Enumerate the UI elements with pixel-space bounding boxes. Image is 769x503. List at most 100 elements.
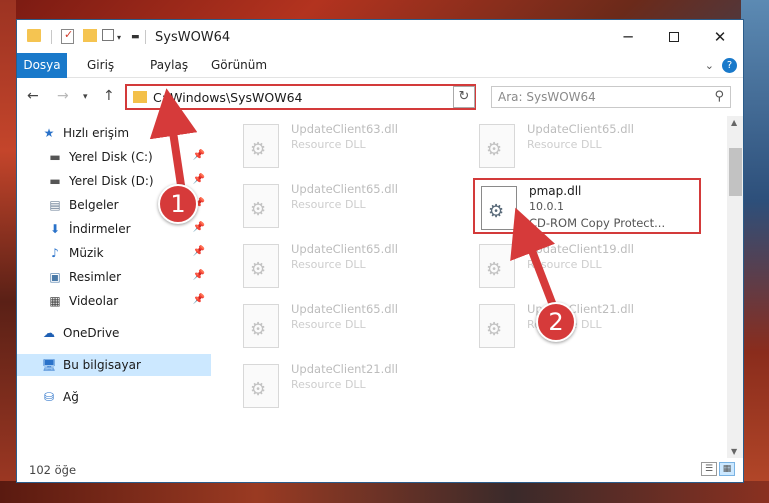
new-folder-icon[interactable] bbox=[83, 29, 97, 42]
properties-icon[interactable] bbox=[61, 28, 74, 44]
file-name: UpdateClient63.dll bbox=[291, 122, 398, 136]
sidebar-item-label: Yerel Disk (D:) bbox=[69, 174, 154, 188]
folder-icon bbox=[133, 91, 147, 103]
sidebar-item-label: Yerel Disk (C:) bbox=[69, 150, 153, 164]
recent-locations-icon[interactable]: ▾ bbox=[83, 92, 88, 102]
pin-icon[interactable]: 📌 bbox=[193, 294, 205, 305]
file-item[interactable]: UpdateClient65.dll Resource DLL bbox=[237, 178, 465, 234]
sidebar-item-quick-access[interactable]: ★ Hızlı erişim bbox=[17, 122, 211, 144]
file-item[interactable]: UpdateClient21.dll Resource DLL bbox=[473, 298, 701, 354]
file-item[interactable]: UpdateClient65.dll Resource DLL bbox=[237, 298, 465, 354]
help-icon[interactable]: ? bbox=[722, 58, 737, 73]
file-type: Resource DLL bbox=[291, 258, 366, 271]
file-item[interactable]: UpdateClient63.dll Resource DLL bbox=[237, 118, 465, 174]
address-row: ← → ▾ ↑ C:\Windows\SysWOW64 ⌄ ↻ Ara: Sys… bbox=[17, 80, 743, 114]
navigation-pane: ★ Hızlı erişim ▬ Yerel Disk (C:) 📌 ▬ Yer… bbox=[17, 116, 211, 458]
file-name: UpdateClient65.dll bbox=[291, 242, 398, 256]
maximize-button[interactable] bbox=[651, 20, 697, 53]
file-name: UpdateClient65.dll bbox=[527, 122, 634, 136]
customize-toolbar-icon[interactable]: ▬ bbox=[131, 29, 140, 45]
refresh-button[interactable]: ↻ bbox=[453, 86, 475, 108]
file-type: Resource DLL bbox=[291, 198, 366, 211]
sidebar-item-label: Bu bilgisayar bbox=[63, 358, 141, 372]
sidebar-item-music[interactable]: ♪ Müzik 📌 bbox=[17, 242, 211, 264]
sidebar-item-label: OneDrive bbox=[63, 326, 120, 340]
tiles-view-icon[interactable]: ▦ bbox=[719, 462, 735, 476]
file-item-pmap[interactable]: pmap.dll 10.0.1 CD-ROM Copy Protect... bbox=[473, 178, 701, 234]
pin-icon[interactable]: 📌 bbox=[193, 222, 205, 233]
expand-ribbon-icon[interactable]: ⌄ bbox=[705, 59, 714, 72]
minimize-button[interactable]: ─ bbox=[605, 20, 651, 53]
sidebar-item-label: Videolar bbox=[69, 294, 119, 308]
dll-file-icon bbox=[479, 244, 515, 288]
pin-icon[interactable]: 📌 bbox=[193, 174, 205, 185]
scroll-thumb[interactable] bbox=[729, 148, 742, 196]
list-dropdown-icon[interactable]: ▾ bbox=[117, 29, 121, 45]
download-icon: ⬇ bbox=[49, 222, 61, 236]
drive-icon: ▬ bbox=[49, 174, 61, 188]
sidebar-item-label: Hızlı erişim bbox=[63, 126, 130, 140]
pin-icon[interactable]: 📌 bbox=[193, 270, 205, 281]
file-type: Resource DLL bbox=[291, 138, 366, 151]
videos-icon: ▦ bbox=[49, 294, 61, 308]
pictures-icon: ▣ bbox=[49, 270, 61, 284]
back-arrow-icon[interactable]: ← bbox=[27, 88, 39, 104]
tab-share[interactable]: Paylaş bbox=[150, 53, 188, 78]
window-title: SysWOW64 bbox=[155, 30, 231, 45]
pin-icon[interactable]: 📌 bbox=[193, 246, 205, 257]
file-item[interactable]: UpdateClient65.dll Resource DLL bbox=[473, 118, 701, 174]
explorer-window: ▾ ▬ SysWOW64 ─ ✕ Dosya Giriş Paylaş Görü… bbox=[16, 19, 744, 483]
sidebar-item-onedrive[interactable]: ☁ OneDrive bbox=[17, 322, 211, 344]
file-item[interactable]: UpdateClient65.dll Resource DLL bbox=[237, 238, 465, 294]
dll-file-icon bbox=[479, 124, 515, 168]
search-icon[interactable]: ⚲ bbox=[714, 89, 724, 104]
sidebar-item-disk-c[interactable]: ▬ Yerel Disk (C:) 📌 bbox=[17, 146, 211, 168]
network-icon: ⛁ bbox=[43, 390, 55, 404]
vertical-scrollbar[interactable]: ▲ ▼ bbox=[727, 116, 743, 458]
file-name: UpdateClient65.dll bbox=[291, 302, 398, 316]
ribbon-tabs: Dosya Giriş Paylaş Görünüm ⌄ ? bbox=[17, 53, 743, 78]
file-name: UpdateClient21.dll bbox=[291, 362, 398, 376]
desktop-background-left bbox=[0, 0, 16, 503]
tab-file[interactable]: Dosya bbox=[17, 53, 67, 78]
up-arrow-icon[interactable]: ↑ bbox=[103, 88, 115, 104]
tab-home[interactable]: Giriş bbox=[87, 53, 114, 78]
music-icon: ♪ bbox=[51, 246, 59, 260]
details-view-icon[interactable]: ☰ bbox=[701, 462, 717, 476]
dll-file-icon bbox=[479, 304, 515, 348]
file-item[interactable]: UpdateClient19.dll Resource DLL bbox=[473, 238, 701, 294]
close-button[interactable]: ✕ bbox=[697, 20, 743, 53]
sidebar-item-this-pc[interactable]: 🖥 Bu bilgisayar bbox=[17, 354, 211, 376]
sidebar-item-pictures[interactable]: ▣ Resimler 📌 bbox=[17, 266, 211, 288]
file-type: Resource DLL bbox=[291, 378, 366, 391]
pin-icon[interactable]: 📌 bbox=[193, 150, 205, 161]
file-type: Resource DLL bbox=[527, 258, 602, 271]
separator bbox=[145, 30, 146, 44]
sidebar-item-videos[interactable]: ▦ Videolar 📌 bbox=[17, 290, 211, 312]
sidebar-item-label: Belgeler bbox=[69, 198, 119, 212]
address-bar[interactable]: C:\Windows\SysWOW64 ⌄ bbox=[125, 84, 476, 110]
title-bar: ▾ ▬ SysWOW64 ─ ✕ bbox=[17, 20, 743, 53]
tab-view[interactable]: Görünüm bbox=[211, 53, 267, 78]
file-item[interactable]: UpdateClient21.dll Resource DLL bbox=[237, 358, 465, 414]
scroll-up-icon[interactable]: ▲ bbox=[731, 118, 737, 127]
address-path[interactable]: C:\Windows\SysWOW64 bbox=[153, 90, 302, 105]
search-input[interactable]: Ara: SysWOW64 ⚲ bbox=[491, 86, 731, 108]
sidebar-item-label: Müzik bbox=[69, 246, 104, 260]
maximize-icon bbox=[669, 31, 679, 42]
file-list: UpdateClient63.dll Resource DLL UpdateCl… bbox=[227, 116, 727, 458]
forward-arrow-icon[interactable]: → bbox=[57, 88, 69, 104]
separator bbox=[51, 30, 52, 44]
sidebar-item-network[interactable]: ⛁ Ağ bbox=[17, 386, 211, 408]
file-name: UpdateClient65.dll bbox=[291, 182, 398, 196]
list-icon[interactable] bbox=[102, 29, 114, 41]
dll-file-icon bbox=[481, 186, 517, 230]
sidebar-item-label: Resimler bbox=[69, 270, 122, 284]
scroll-down-icon[interactable]: ▼ bbox=[731, 447, 737, 456]
drive-icon: ▬ bbox=[49, 150, 61, 164]
cloud-icon: ☁ bbox=[43, 326, 55, 340]
dll-file-icon bbox=[243, 364, 279, 408]
dll-file-icon bbox=[243, 184, 279, 228]
sidebar-item-label: Ağ bbox=[63, 390, 79, 404]
search-placeholder: Ara: SysWOW64 bbox=[498, 90, 596, 104]
